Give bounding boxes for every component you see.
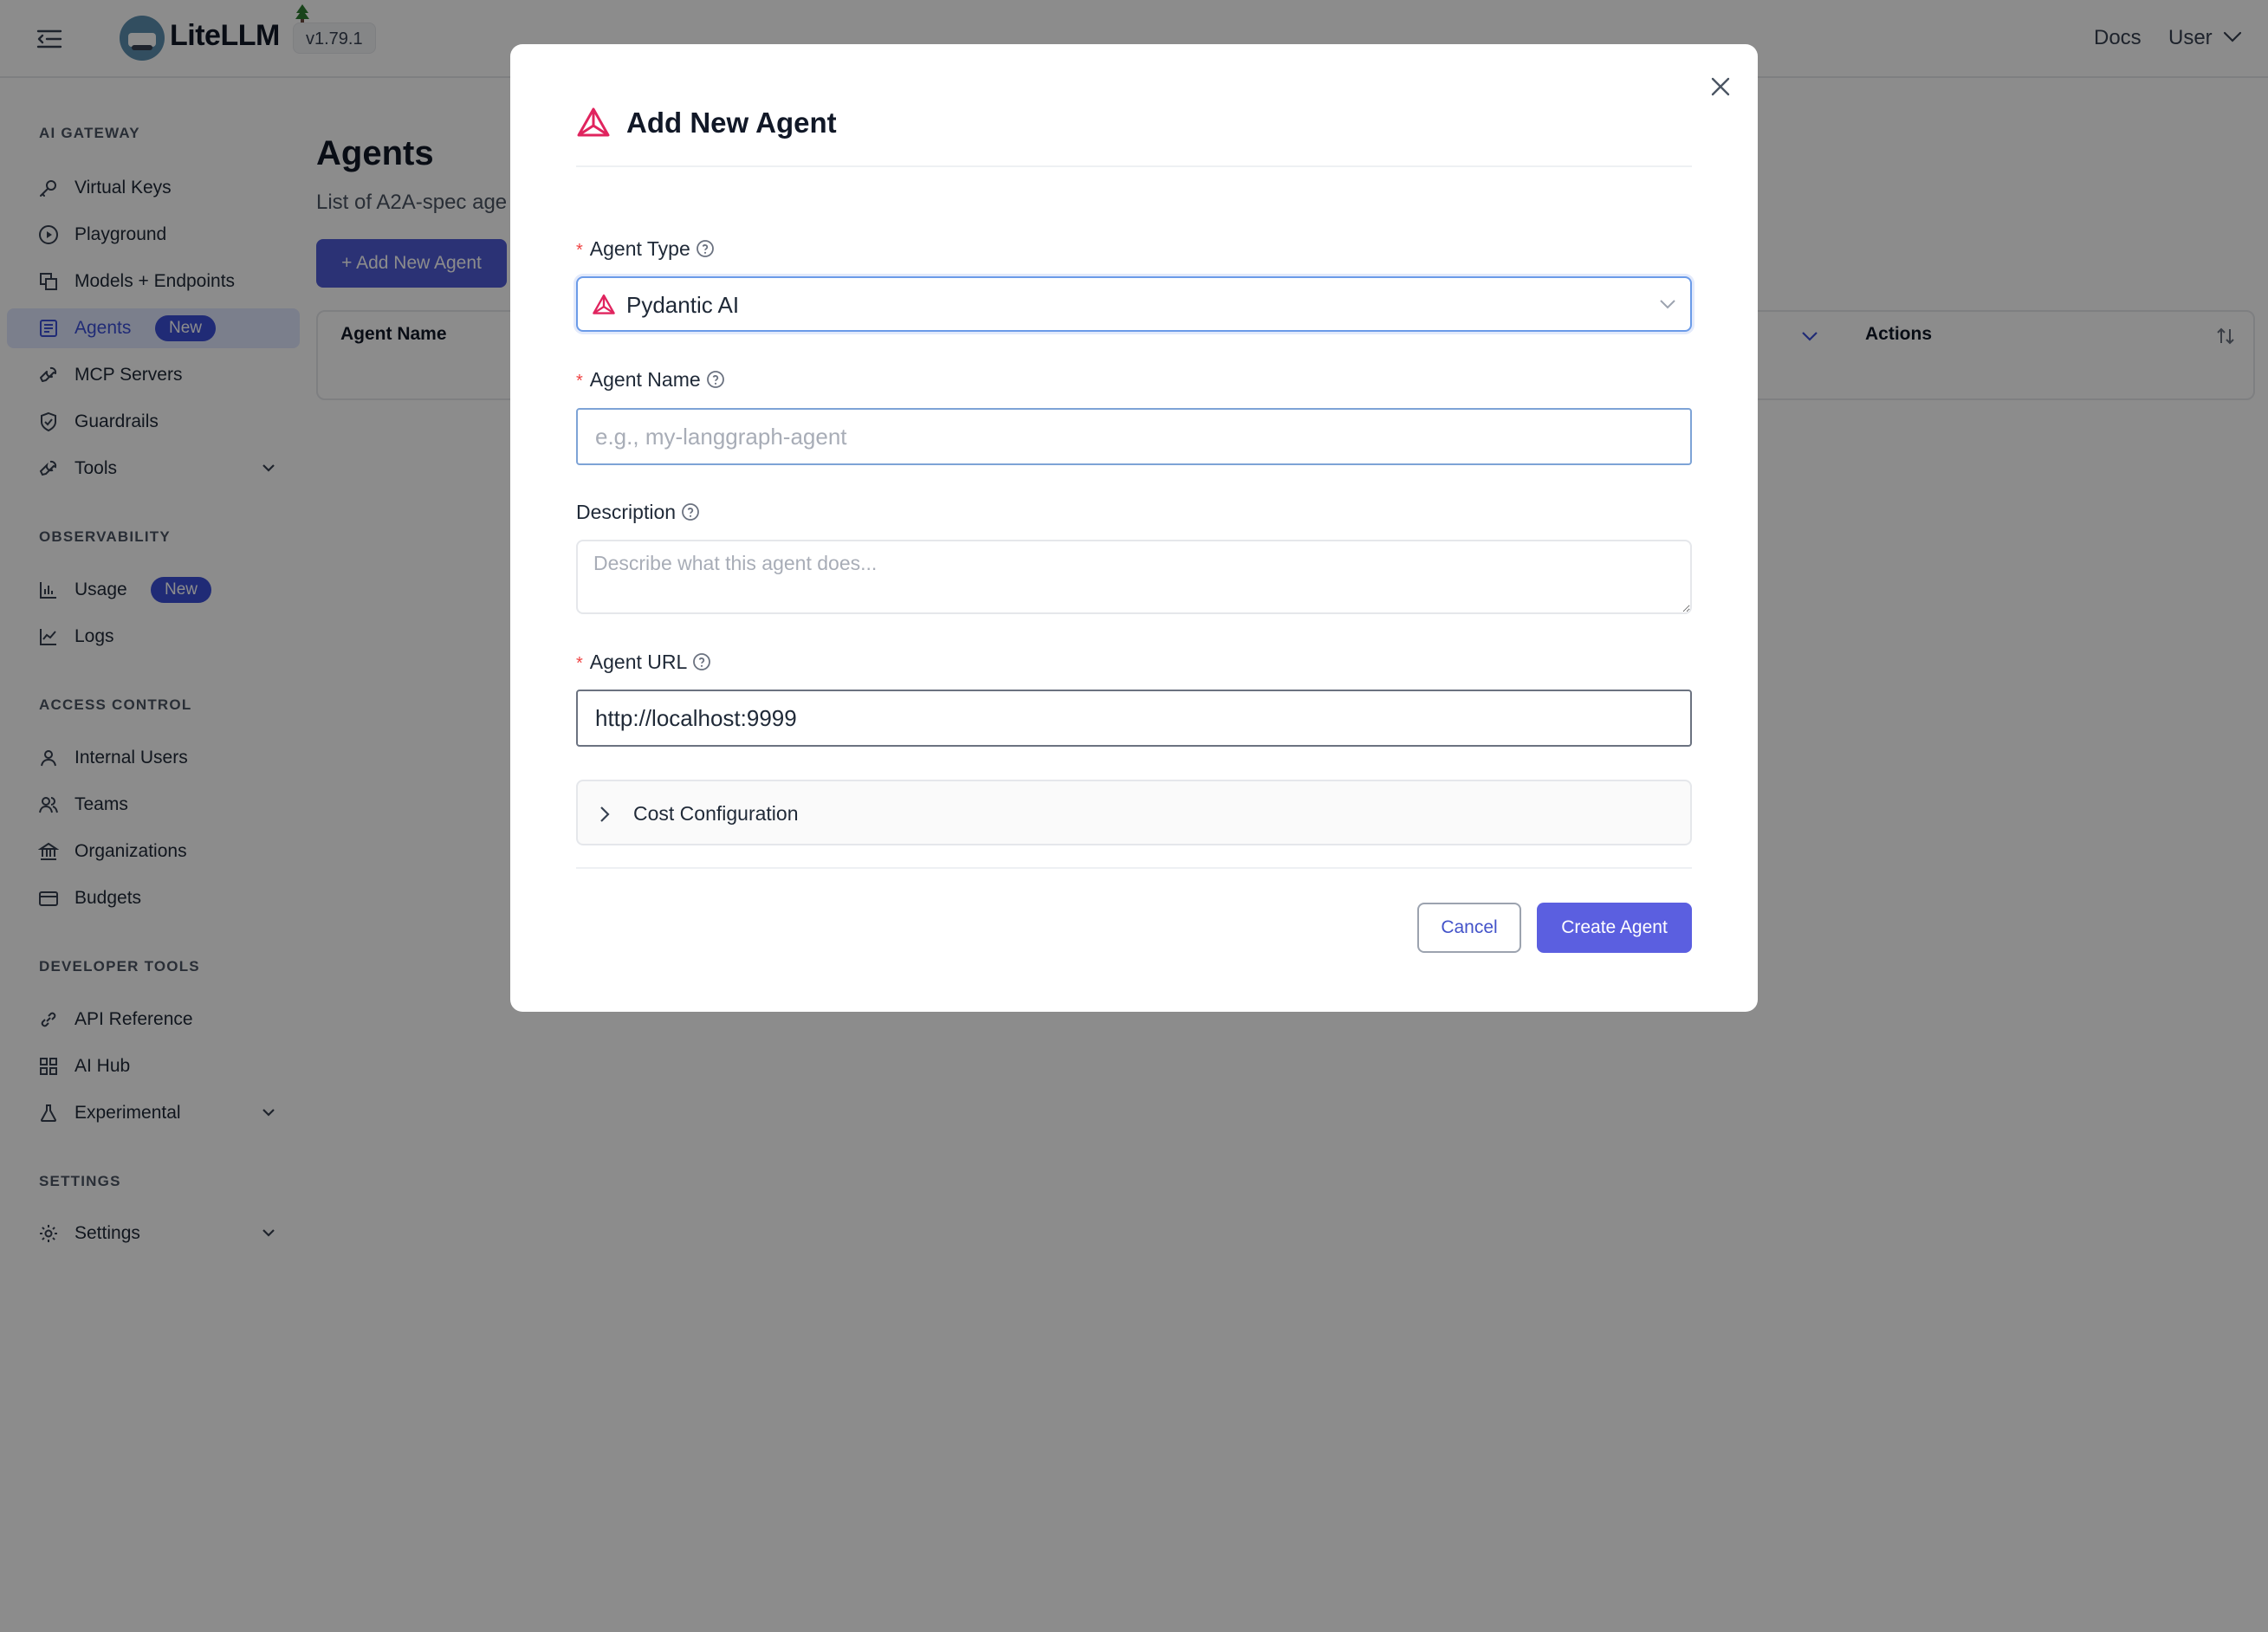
agent-name-label: * Agent Name xyxy=(576,368,725,392)
pydantic-logo-icon xyxy=(593,294,615,314)
chevron-down-icon[interactable] xyxy=(1659,299,1676,309)
agent-name-input[interactable] xyxy=(576,408,1692,465)
agent-url-label: * Agent URL xyxy=(576,651,711,674)
cost-configuration-panel[interactable]: Cost Configuration xyxy=(576,780,1692,845)
agent-name-label-text: Agent Name xyxy=(589,368,701,391)
agent-type-label: * Agent Type xyxy=(576,237,715,261)
description-textarea[interactable] xyxy=(576,540,1692,614)
agent-url-input[interactable] xyxy=(576,690,1692,747)
description-label-text: Description xyxy=(576,501,677,523)
question-circle-icon[interactable] xyxy=(692,652,711,671)
agent-type-select[interactable]: Pydantic AI xyxy=(576,276,1692,332)
agent-type-value: Pydantic AI xyxy=(626,292,740,318)
chevron-right-icon xyxy=(600,806,610,822)
cost-configuration-label: Cost Configuration xyxy=(633,802,799,825)
modal-footer-divider xyxy=(576,867,1692,869)
pydantic-logo-icon xyxy=(577,107,610,137)
modal-title: Add New Agent xyxy=(626,107,837,139)
question-circle-icon[interactable] xyxy=(696,239,715,258)
description-label: Description xyxy=(576,501,700,524)
add-agent-modal: Add New Agent * Agent Type Pydantic AI * A… xyxy=(510,44,1758,1012)
question-circle-icon[interactable] xyxy=(706,370,725,389)
required-mark: * xyxy=(576,372,583,391)
close-icon[interactable] xyxy=(1707,74,1733,100)
required-mark: * xyxy=(576,241,583,260)
question-circle-icon[interactable] xyxy=(681,502,700,521)
agent-type-label-text: Agent Type xyxy=(589,237,690,260)
modal-header-divider xyxy=(576,165,1692,167)
agent-url-label-text: Agent URL xyxy=(589,651,688,673)
cancel-button[interactable]: Cancel xyxy=(1417,903,1521,953)
required-mark: * xyxy=(576,654,583,673)
create-agent-button[interactable]: Create Agent xyxy=(1537,903,1692,953)
